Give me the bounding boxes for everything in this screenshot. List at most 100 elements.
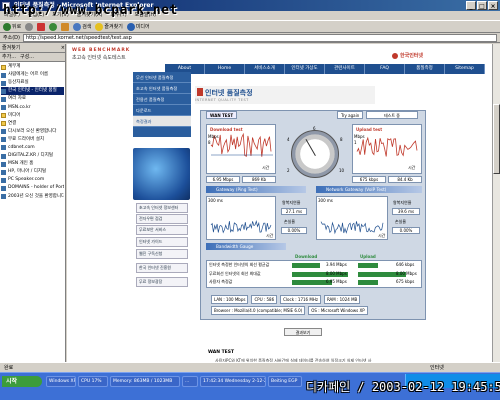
favorites-item[interactable]: 미디어 (1, 112, 64, 120)
clock-info: Clock : 1716 MHz (280, 295, 321, 304)
nav-home[interactable]: Home (205, 64, 245, 74)
dial-tick: 8 (340, 137, 343, 142)
media-button[interactable]: 미디어 (126, 22, 150, 31)
taskbar-item[interactable]: Beiting EGP (268, 376, 302, 387)
left-menu-item[interactable]: 다운로드 (133, 105, 191, 116)
favorites-item-label: PC Speaker.com (8, 177, 45, 183)
left-menu-item[interactable]: 초고속 인터넷 품질측정 (133, 83, 191, 94)
search-icon (73, 22, 82, 31)
vertical-scrollbar[interactable] (492, 44, 500, 362)
status-text: 완료 (4, 365, 14, 371)
favorites-item[interactable]: 여러 자료 (1, 95, 64, 103)
address-input[interactable]: http://speed.kornet.net/speedtest/test.a… (22, 33, 497, 42)
favorites-item-label: 다시보러 오신 환영합니다 (8, 128, 57, 134)
banner[interactable]: 한국 인터넷 진흥원 (136, 263, 188, 273)
menu-tools[interactable]: 도구(T) (111, 11, 127, 20)
favorites-item[interactable]: MSN 개인 홈 (1, 160, 64, 168)
site-logo[interactable]: WEB BENCHMARK (72, 48, 130, 53)
clock-value: 1716 MHz (297, 297, 318, 302)
favorites-item-label: 무료 드라이버 설치 (8, 136, 44, 142)
favorites-item[interactable]: 사람에게는 어르 이름 (1, 71, 64, 79)
favorites-item[interactable]: 다시보러 오신 환영합니다 (1, 128, 64, 136)
favorites-item-label: 동산자료실 (8, 80, 29, 86)
taskbar-item[interactable]: CPU 17% (78, 376, 108, 387)
tab-wan-test[interactable]: WAN TEST (206, 111, 238, 119)
refresh-button[interactable] (49, 22, 58, 31)
ram-label: RAM (326, 297, 336, 302)
favorites-item[interactable]: 연결 (1, 120, 64, 128)
maximize-button[interactable]: □ (477, 1, 487, 10)
ram-info: RAM : 1024 MB (323, 295, 361, 304)
refresh-icon (49, 22, 58, 31)
nav-related[interactable]: 관련사이트 (325, 64, 365, 74)
tab-try-again[interactable]: Try again (337, 111, 364, 119)
stop-button[interactable] (37, 22, 46, 31)
nav-faq[interactable]: FAQ (365, 64, 405, 74)
page-icon (1, 169, 6, 175)
search-button[interactable]: 검색 (73, 22, 91, 31)
page-icon (1, 161, 6, 167)
partner-logo[interactable]: 한국인터넷 (392, 52, 423, 59)
favorites-item[interactable]: 2003년 오신 것을 환영합니다 (1, 193, 64, 201)
back-button[interactable]: 뒤로 (3, 22, 21, 31)
favorites-item[interactable]: 동산자료실 (1, 79, 64, 87)
banner[interactable]: 무료 정보광장 (136, 277, 188, 287)
nav-quality[interactable]: 품질측정 (405, 64, 445, 74)
start-button[interactable]: 시작 (2, 376, 42, 387)
left-menu-item[interactable]: 무선 인터넷 품질측정 (133, 72, 191, 83)
taskbar-item[interactable]: ... (182, 376, 198, 387)
favorites-close-icon[interactable]: × (61, 44, 65, 52)
menu-edit[interactable]: 편집(E) (28, 11, 44, 20)
favorites-item[interactable]: DIGITALZ.KR / 디지털 (1, 152, 64, 160)
favorites-item[interactable]: PC Speaker.com (1, 176, 64, 184)
taskbar-item[interactable]: Memory: 863MB / 1023MB (110, 376, 180, 387)
favorites-item[interactable]: HP, 마니아 / 디지털 (1, 168, 64, 176)
favorites-item[interactable]: DOMAINS - holder of Port (1, 184, 64, 192)
home-button[interactable] (61, 22, 70, 31)
menu-favorites[interactable]: 즐겨찾기(A) (77, 11, 103, 20)
page-title-block: 인터넷 품질측정 INTERNET QUALITY TEST (195, 86, 375, 104)
favorites-organize-button[interactable]: 구성... (20, 53, 34, 61)
favorites-add-button[interactable]: 추가... (2, 53, 16, 61)
page-title-en: INTERNET QUALITY TEST (195, 98, 249, 102)
ping-unit: 300 ms (208, 198, 223, 203)
banner[interactable]: 무료보안 서비스 (136, 225, 188, 235)
upload-series-line (356, 136, 418, 157)
banner[interactable]: 웹진 구독신청 (136, 249, 188, 259)
nav-internet-map[interactable]: 인터넷 가상도 (285, 64, 325, 74)
menu-file[interactable]: 파일(F) (4, 11, 20, 20)
back-arrow-icon (3, 22, 11, 31)
forward-button[interactable] (25, 22, 34, 31)
menu-help[interactable]: 도움말(H) (135, 11, 156, 20)
scrollbar-thumb[interactable] (493, 104, 500, 174)
favorites-item[interactable]: 계무계 (1, 63, 64, 71)
page-icon (1, 145, 6, 151)
close-button[interactable]: × (488, 1, 498, 10)
left-menu-item[interactable]: 전용선 품질측정 (133, 94, 191, 105)
ping-loss-value: 0.00% (281, 227, 307, 234)
nav-sitemap[interactable]: Sitemap (445, 64, 485, 74)
voip-loss-value: 0.00% (392, 227, 420, 234)
tab-current[interactable]: 테스트 중 (366, 111, 418, 119)
nav-service[interactable]: 서비스소개 (245, 64, 285, 74)
photo-timestamp: 디카페인 / 2003-02-12 19:45:51 (306, 380, 500, 394)
favorites-item[interactable]: cdbnet.com (1, 144, 64, 152)
favorites-item-selected[interactable]: 한국 인터넷 - 인터넷 품질 (1, 87, 64, 96)
download-value: 6.95 Mbps (326, 279, 347, 284)
bandwidth-section-header: Bandwidth Gauge (206, 243, 286, 250)
favorites-button[interactable]: 즐겨찾기 (95, 22, 123, 31)
minimize-button[interactable]: _ (466, 1, 476, 10)
banner[interactable]: 전자우편 점검 (136, 214, 188, 224)
banner[interactable]: 초고속 인터넷 정보센터 (136, 203, 188, 213)
view-results-button[interactable]: 결과보기 (284, 328, 322, 336)
browser-value: Mozilla/4.0 (compatible; MSIE 6.0) (234, 308, 303, 313)
favorites-item[interactable]: 무료 드라이버 설치 (1, 136, 64, 144)
taskbar-item[interactable]: 17:42:34 Wednesday 2-12-2003 (200, 376, 266, 387)
menu-view[interactable]: 보기(V) (52, 11, 69, 20)
banner[interactable]: 인터넷 가이드 (136, 237, 188, 247)
left-menu-item-active[interactable]: 측정결과 (133, 116, 191, 127)
voip-avg-value: 39.6 ms (392, 208, 420, 215)
taskbar-item[interactable]: Windows XP (46, 376, 76, 387)
system-info-row-1: LAN : 100 Mbps CPU : 586 Clock : 1716 MH… (211, 295, 423, 304)
favorites-item[interactable]: MSN.co.kr (1, 103, 64, 111)
